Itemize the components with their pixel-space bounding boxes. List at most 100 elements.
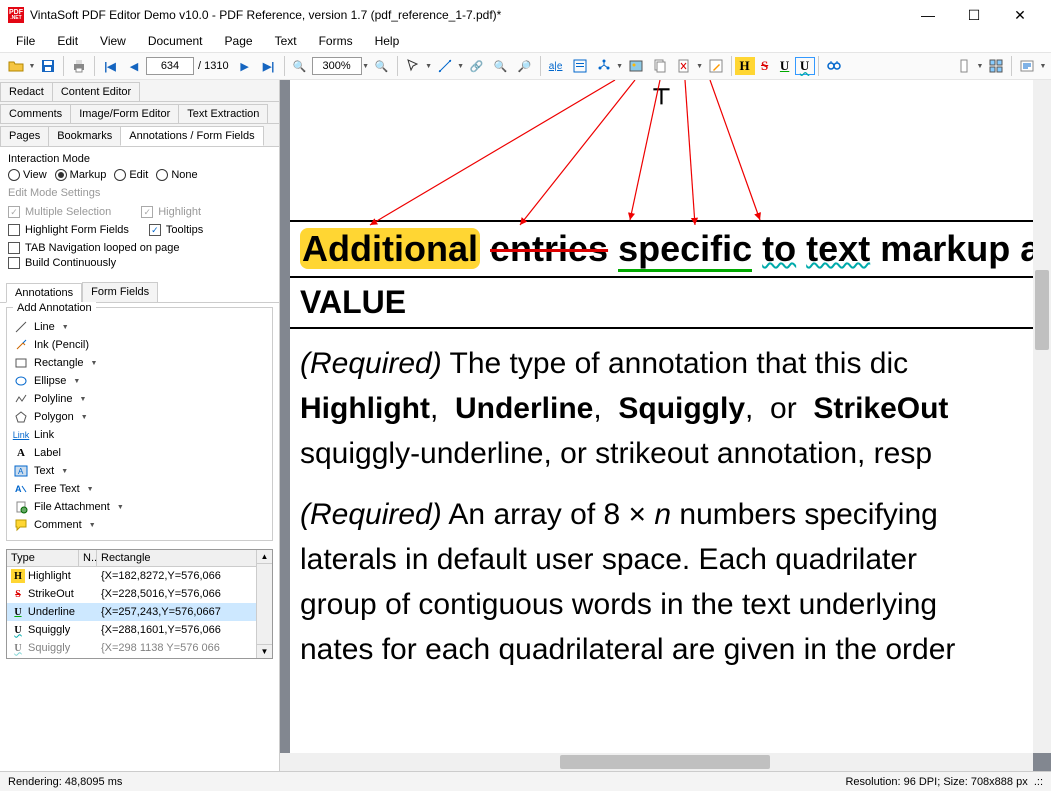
- maximize-button[interactable]: ☐: [951, 0, 997, 30]
- window-title: VintaSoft PDF Editor Demo v10.0 - PDF Re…: [30, 8, 905, 22]
- zoom-region-icon[interactable]: 🔍: [490, 55, 512, 77]
- tree-dropdown[interactable]: ▼: [616, 63, 624, 70]
- settings-dropdown[interactable]: ▼: [1039, 63, 1047, 70]
- document-viewport[interactable]: ⊤ Additional entries specific to text ma…: [280, 80, 1051, 771]
- measure-dropdown[interactable]: ▼: [457, 63, 465, 70]
- open-icon[interactable]: [5, 55, 27, 77]
- tab-pages[interactable]: Pages: [0, 126, 49, 146]
- menu-document[interactable]: Document: [138, 32, 213, 50]
- form-icon[interactable]: [569, 55, 591, 77]
- first-page-icon[interactable]: |◀: [99, 55, 121, 77]
- annot-link[interactable]: LinkLink: [13, 426, 266, 444]
- menu-text[interactable]: Text: [265, 32, 307, 50]
- layout-dropdown[interactable]: ▼: [976, 63, 984, 70]
- word-underline: specific: [618, 228, 752, 272]
- text-select-icon[interactable]: a|e: [545, 55, 567, 77]
- pointer-dropdown[interactable]: ▼: [425, 63, 433, 70]
- squiggly-button[interactable]: U: [795, 57, 815, 75]
- open-dropdown[interactable]: ▼: [28, 63, 36, 70]
- delete-dropdown[interactable]: ▼: [696, 63, 704, 70]
- annot-text[interactable]: AText▼: [13, 462, 266, 480]
- tab-text-extraction[interactable]: Text Extraction: [178, 104, 268, 123]
- grid-col-type[interactable]: Type: [7, 550, 79, 566]
- last-page-icon[interactable]: ▶|: [258, 55, 280, 77]
- table-row[interactable]: UUnderline{X=257,243,Y=576,0667: [7, 603, 272, 621]
- radio-markup[interactable]: Markup: [55, 169, 107, 181]
- annot-comment[interactable]: Comment▼: [13, 516, 266, 534]
- radio-view[interactable]: View: [8, 169, 47, 181]
- grid-col-n[interactable]: N..: [79, 550, 97, 566]
- sidebar: Redact Content Editor Comments Image/For…: [0, 80, 280, 771]
- menu-help[interactable]: Help: [365, 32, 410, 50]
- settings-icon[interactable]: [1016, 55, 1038, 77]
- print-icon[interactable]: [68, 55, 90, 77]
- zoom-fit-icon[interactable]: 🔎: [514, 55, 536, 77]
- check-tab-navigation[interactable]: TAB Navigation looped on page: [8, 242, 271, 254]
- prev-page-icon[interactable]: ◀: [123, 55, 145, 77]
- thumbnails-icon[interactable]: [985, 55, 1007, 77]
- tab-image-form-editor[interactable]: Image/Form Editor: [70, 104, 179, 123]
- copy-page-icon[interactable]: [649, 55, 671, 77]
- radio-edit[interactable]: Edit: [114, 169, 148, 181]
- delete-page-icon[interactable]: [673, 55, 695, 77]
- subtab-annotations[interactable]: Annotations: [6, 283, 82, 303]
- annot-polyline[interactable]: Polyline▼: [13, 390, 266, 408]
- image-edit-icon[interactable]: [625, 55, 647, 77]
- tree-icon[interactable]: [593, 55, 615, 77]
- underline-button[interactable]: U: [775, 57, 795, 75]
- close-button[interactable]: ✕: [997, 0, 1043, 30]
- annot-label[interactable]: ALabel: [13, 444, 266, 462]
- tab-bookmarks[interactable]: Bookmarks: [48, 126, 121, 146]
- highlight-button[interactable]: H: [735, 57, 755, 75]
- radio-none[interactable]: None: [156, 169, 197, 181]
- zoom-in-icon[interactable]: 🔍: [371, 55, 393, 77]
- toolbar: ▼ |◀ ◀ / 1310 ▶ ▶| 🔍 ▼ 🔍 ▼ ▼ 🔗 🔍 🔎 a|e ▼…: [0, 52, 1051, 80]
- check-highlight-form-fields[interactable]: Highlight Form Fields: [8, 224, 129, 236]
- pointer-icon[interactable]: [402, 55, 424, 77]
- layout-icon[interactable]: [953, 55, 975, 77]
- edit-text-icon[interactable]: [705, 55, 727, 77]
- grid-scrollbar[interactable]: ▲▼: [256, 550, 272, 658]
- table-row[interactable]: HHighlight{X=182,8272,Y=576,066: [7, 567, 272, 585]
- zoom-input[interactable]: [312, 57, 362, 75]
- strikeout-button[interactable]: S: [755, 57, 775, 75]
- tab-redact[interactable]: Redact: [0, 82, 53, 101]
- zoom-dropdown[interactable]: ▼: [362, 63, 370, 70]
- subtab-form-fields[interactable]: Form Fields: [82, 282, 158, 302]
- table-row[interactable]: USquiggly{X=288,1601,Y=576,066: [7, 621, 272, 639]
- next-page-icon[interactable]: ▶: [234, 55, 256, 77]
- menu-view[interactable]: View: [90, 32, 136, 50]
- menu-forms[interactable]: Forms: [309, 32, 363, 50]
- annot-free-text[interactable]: AFree Text▼: [13, 480, 266, 498]
- tab-content-editor[interactable]: Content Editor: [52, 82, 140, 101]
- zoom-out-icon[interactable]: 🔍: [289, 55, 311, 77]
- annot-polygon[interactable]: Polygon▼: [13, 408, 266, 426]
- find-icon[interactable]: [823, 55, 845, 77]
- vertical-scrollbar[interactable]: [1033, 80, 1051, 753]
- save-icon[interactable]: [37, 55, 59, 77]
- check-tooltips[interactable]: ✓Tooltips: [149, 224, 203, 236]
- table-row[interactable]: SStrikeOut{X=228,5016,Y=576,066: [7, 585, 272, 603]
- minimize-button[interactable]: —: [905, 0, 951, 30]
- annot-file-attachment[interactable]: File Attachment▼: [13, 498, 266, 516]
- menu-file[interactable]: File: [6, 32, 45, 50]
- horizontal-scrollbar[interactable]: [280, 753, 1033, 771]
- tab-annotations-form-fields[interactable]: Annotations / Form Fields: [120, 126, 263, 146]
- annot-ellipse[interactable]: Ellipse▼: [13, 372, 266, 390]
- annot-ink[interactable]: Ink (Pencil): [13, 336, 266, 354]
- annot-rectangle[interactable]: Rectangle▼: [13, 354, 266, 372]
- grid-col-rect[interactable]: Rectangle: [97, 550, 272, 566]
- measure-icon[interactable]: [434, 55, 456, 77]
- menu-page[interactable]: Page: [215, 32, 263, 50]
- app-logo: PDF.NET: [8, 7, 24, 23]
- word-rest: markup annot: [880, 228, 1033, 269]
- check-build-continuously[interactable]: Build Continuously: [8, 257, 271, 269]
- annot-line[interactable]: Line▼: [13, 318, 266, 336]
- doc-heading: Additional entries specific to text mark…: [290, 222, 1033, 276]
- link-icon[interactable]: 🔗: [466, 55, 488, 77]
- menu-edit[interactable]: Edit: [47, 32, 88, 50]
- tab-comments[interactable]: Comments: [0, 104, 71, 123]
- annotation-grid[interactable]: Type N.. Rectangle HHighlight{X=182,8272…: [6, 549, 273, 659]
- page-input[interactable]: [146, 57, 194, 75]
- table-row[interactable]: USquiggly{X=298 1138 Y=576 066: [7, 639, 272, 657]
